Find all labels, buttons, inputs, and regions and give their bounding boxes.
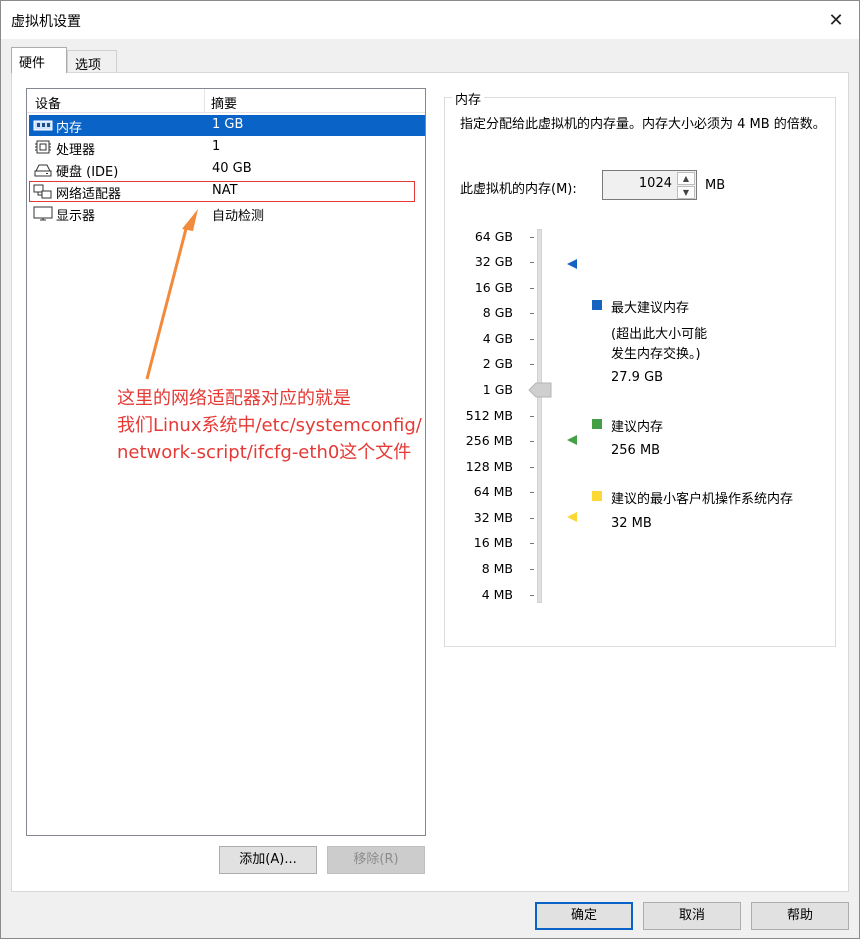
scale-tick bbox=[530, 262, 534, 263]
vm-settings-window: 虚拟机设置 ✕ 硬件 选项 设备 摘要 内存 1 GB 处理器 1 硬盘 (ID… bbox=[0, 0, 860, 939]
scale-tick bbox=[530, 288, 534, 289]
annotation-line: 这里的网络适配器对应的就是 bbox=[117, 388, 351, 409]
help-button[interactable]: 帮助 bbox=[751, 902, 849, 930]
device-row-hard-disk[interactable]: 硬盘 (IDE) 40 GB bbox=[29, 159, 425, 180]
scale-tick bbox=[530, 518, 534, 519]
scale-label: 8 GB bbox=[482, 305, 513, 320]
recommended-marker-icon bbox=[567, 435, 577, 445]
memory-icon bbox=[33, 120, 53, 131]
column-separator[interactable] bbox=[204, 89, 205, 113]
scale-tick bbox=[530, 339, 534, 340]
device-name: 硬盘 (IDE) bbox=[56, 165, 119, 180]
device-summary: 40 GB bbox=[212, 161, 252, 176]
column-summary[interactable]: 摘要 bbox=[211, 93, 237, 112]
legend-rec-title: 建议内存 bbox=[611, 420, 664, 435]
cancel-button[interactable]: 取消 bbox=[643, 902, 741, 930]
legend-min-value: 32 MB bbox=[611, 516, 652, 531]
memory-group-title: 内存 bbox=[452, 89, 485, 108]
memory-slider-thumb[interactable] bbox=[528, 382, 552, 398]
memory-label: 此虚拟机的内存(M): bbox=[460, 182, 577, 197]
device-row-processor[interactable]: 处理器 1 bbox=[29, 137, 425, 158]
legend-max-value: 27.9 GB bbox=[611, 370, 664, 385]
scale-tick bbox=[530, 237, 534, 238]
memory-description: 指定分配给此虚拟机的内存量。内存大小必须为 4 MB 的倍数。 bbox=[460, 117, 826, 132]
scale-label: 8 MB bbox=[481, 561, 513, 576]
scale-label: 64 GB bbox=[474, 229, 513, 244]
column-device[interactable]: 设备 bbox=[35, 93, 61, 112]
min-recommended-marker-icon bbox=[567, 512, 577, 522]
legend-rec-square bbox=[592, 419, 602, 429]
network-adapter-icon bbox=[33, 184, 52, 199]
device-row-network-adapter[interactable]: 网络适配器 NAT bbox=[29, 181, 415, 202]
device-summary: 1 GB bbox=[212, 117, 244, 132]
tab-hardware[interactable]: 硬件 bbox=[11, 47, 67, 73]
scale-label: 4 MB bbox=[481, 587, 513, 602]
device-summary: 自动检测 bbox=[212, 209, 265, 224]
device-summary: NAT bbox=[212, 183, 238, 198]
scale-tick bbox=[530, 467, 534, 468]
scale-label: 4 GB bbox=[482, 331, 513, 346]
annotation-line: network-script/ifcfg-eth0这个文件 bbox=[117, 442, 412, 463]
hard-disk-icon bbox=[34, 164, 52, 177]
scale-label: 16 MB bbox=[473, 535, 513, 550]
memory-slider-track[interactable] bbox=[537, 229, 542, 603]
memory-spinbox[interactable]: 1024 ▲ ▼ bbox=[602, 170, 697, 200]
legend-max-note: 发生内存交换。) bbox=[611, 347, 701, 362]
legend-rec-value: 256 MB bbox=[611, 443, 661, 458]
device-name: 内存 bbox=[56, 121, 83, 136]
legend-max-title: 最大建议内存 bbox=[611, 301, 690, 316]
legend-max-note: (超出此大小可能 bbox=[611, 327, 708, 342]
memory-unit: MB bbox=[705, 178, 726, 193]
scale-tick bbox=[530, 569, 534, 570]
legend-max-square bbox=[592, 300, 602, 310]
ok-button[interactable]: 确定 bbox=[535, 902, 633, 930]
spin-up-icon[interactable]: ▲ bbox=[677, 172, 695, 185]
close-icon[interactable]: ✕ bbox=[819, 5, 853, 35]
scale-tick bbox=[530, 595, 534, 596]
scale-label: 2 GB bbox=[482, 356, 513, 371]
legend-min-title: 建议的最小客户机操作系统内存 bbox=[611, 492, 794, 507]
max-recommended-marker-icon bbox=[567, 259, 577, 269]
scale-tick bbox=[530, 416, 534, 417]
scale-tick bbox=[530, 441, 534, 442]
scale-label: 16 GB bbox=[474, 280, 513, 295]
title-bar: 虚拟机设置 ✕ bbox=[1, 1, 859, 39]
scale-label: 64 MB bbox=[473, 484, 513, 499]
scale-tick bbox=[530, 364, 534, 365]
scale-label: 32 GB bbox=[474, 254, 513, 269]
device-row-display[interactable]: 显示器 自动检测 bbox=[29, 203, 425, 224]
scale-tick bbox=[530, 543, 534, 544]
spin-down-icon[interactable]: ▼ bbox=[677, 186, 695, 199]
add-device-button[interactable]: 添加(A)... bbox=[219, 846, 317, 874]
device-summary: 1 bbox=[212, 139, 221, 154]
scale-tick bbox=[530, 492, 534, 493]
tab-options[interactable]: 选项 bbox=[67, 50, 117, 73]
memory-value[interactable]: 1024 bbox=[639, 176, 672, 191]
list-header: 设备 摘要 bbox=[27, 89, 425, 113]
window-title: 虚拟机设置 bbox=[11, 14, 81, 30]
device-name: 显示器 bbox=[56, 209, 96, 224]
processor-icon bbox=[35, 140, 51, 154]
annotation-text: 这里的网络适配器对应的就是 我们Linux系统中/etc/systemconfi… bbox=[117, 385, 477, 466]
legend-min-square bbox=[592, 491, 602, 501]
device-row-memory[interactable]: 内存 1 GB bbox=[29, 115, 425, 136]
remove-device-button[interactable]: 移除(R) bbox=[327, 846, 425, 874]
device-name: 网络适配器 bbox=[56, 187, 122, 202]
scale-label: 32 MB bbox=[473, 510, 513, 525]
display-icon bbox=[33, 206, 53, 221]
annotation-line: 我们Linux系统中/etc/systemconfig/ bbox=[117, 415, 422, 436]
device-name: 处理器 bbox=[56, 143, 96, 158]
scale-tick bbox=[530, 313, 534, 314]
